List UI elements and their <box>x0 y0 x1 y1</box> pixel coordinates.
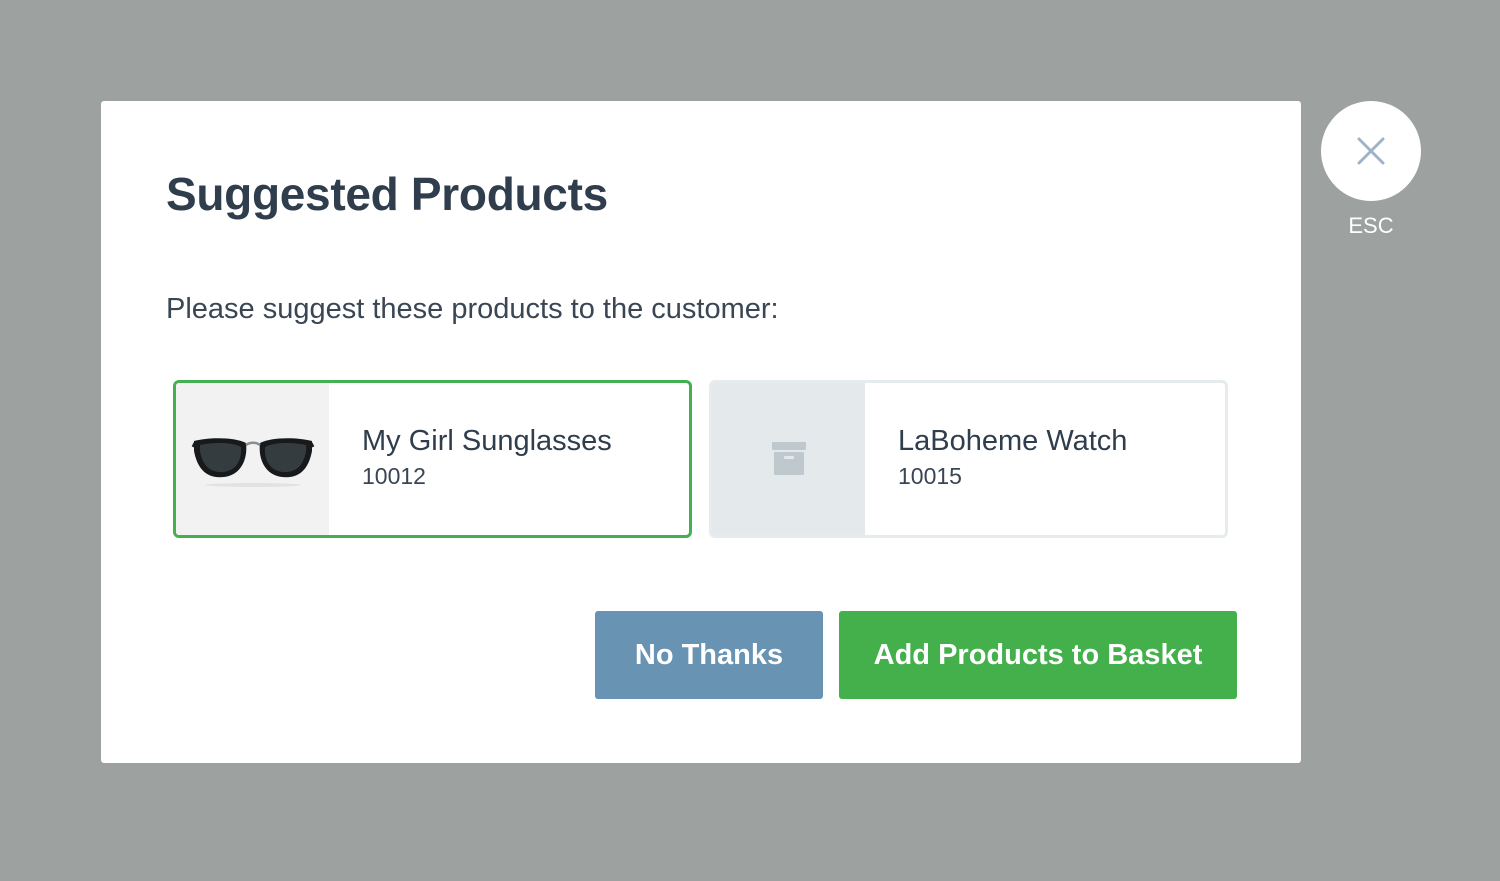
product-sku: 10012 <box>362 463 426 489</box>
product-name: LaBoheme Watch <box>898 425 1128 457</box>
product-sku: 10015 <box>898 463 962 489</box>
close-control: ESC <box>1321 101 1421 239</box>
product-name: My Girl Sunglasses <box>362 425 612 457</box>
modal-title: Suggested Products <box>166 168 608 220</box>
product-info: LaBoheme Watch 10015 <box>865 383 1127 535</box>
product-info: My Girl Sunglasses 10012 <box>329 383 612 535</box>
esc-label: ESC <box>1348 213 1394 238</box>
product-card-watch[interactable]: LaBoheme Watch 10015 <box>709 380 1228 538</box>
close-button[interactable] <box>1321 101 1421 201</box>
product-card-sunglasses[interactable]: My Girl Sunglasses 10012 <box>173 380 692 538</box>
no-thanks-button[interactable]: No Thanks <box>595 611 823 699</box>
archive-box-icon <box>771 442 806 475</box>
product-thumbnail <box>176 383 329 535</box>
modal-overlay: Suggested Products Please suggest these … <box>0 0 1500 881</box>
sunglasses-image <box>191 438 314 487</box>
product-thumbnail-placeholder <box>712 383 865 535</box>
close-icon <box>1357 137 1385 165</box>
add-products-to-basket-button[interactable]: Add Products to Basket <box>839 611 1237 699</box>
suggested-products-modal: Suggested Products Please suggest these … <box>101 101 1301 763</box>
modal-subtitle: Please suggest these products to the cus… <box>166 293 779 325</box>
